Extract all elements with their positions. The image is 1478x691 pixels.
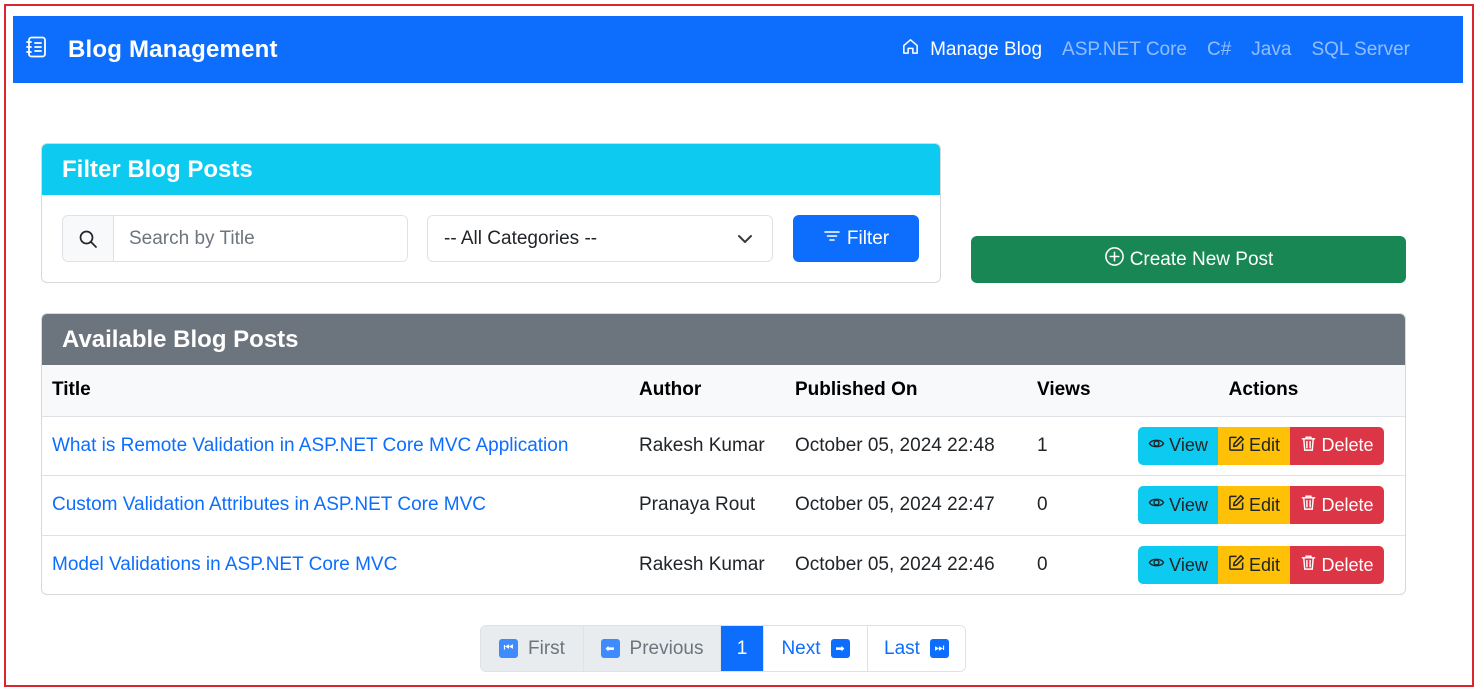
chevron-down-icon xyxy=(736,230,754,248)
delete-button-label: Delete xyxy=(1321,494,1374,515)
search-input[interactable] xyxy=(114,216,407,261)
arrow-right-icon: ➡ xyxy=(830,639,850,658)
delete-button-label: Delete xyxy=(1321,554,1374,575)
edit-button-label: Edit xyxy=(1248,494,1281,515)
filter-card-title: Filter Blog Posts xyxy=(42,144,940,195)
post-views: 1 xyxy=(1037,416,1122,476)
delete-button-label: Delete xyxy=(1321,435,1374,456)
table-header-row: Title Author Published On Views Actions xyxy=(42,365,1405,417)
view-button-label: View xyxy=(1169,494,1208,515)
nav-link-java[interactable]: Java xyxy=(1251,39,1291,61)
table-row: Model Validations in ASP.NET Core MVC Ra… xyxy=(42,535,1405,594)
page-last-label: Last xyxy=(884,637,920,659)
view-button-label: View xyxy=(1169,554,1208,575)
skip-start-icon: ⏮ xyxy=(499,639,519,658)
post-title-link[interactable]: What is Remote Validation in ASP.NET Cor… xyxy=(52,435,568,456)
edit-button[interactable]: Edit xyxy=(1218,546,1290,584)
post-views: 0 xyxy=(1037,554,1048,575)
create-new-post-button[interactable]: Create New Post xyxy=(971,236,1406,283)
filter-button[interactable]: Filter xyxy=(793,215,919,262)
nav-link-manage-blog[interactable]: Manage Blog xyxy=(901,37,1042,62)
nav-link-aspnet-core[interactable]: ASP.NET Core xyxy=(1062,39,1187,61)
column-header-published-on: Published On xyxy=(795,365,1037,417)
page-first-label: First xyxy=(528,637,565,659)
view-button[interactable]: View xyxy=(1138,546,1218,584)
table-row: Custom Validation Attributes in ASP.NET … xyxy=(42,475,1405,536)
eye-icon xyxy=(1148,554,1169,576)
nav-links: Manage Blog ASP.NET Core C# Java SQL Ser… xyxy=(881,16,1410,83)
table-row: What is Remote Validation in ASP.NET Cor… xyxy=(42,416,1405,476)
post-published-on: October 05, 2024 22:48 xyxy=(795,416,1037,476)
pencil-square-icon xyxy=(1228,554,1249,576)
edit-button-label: Edit xyxy=(1248,554,1281,575)
column-header-title: Title xyxy=(42,365,639,417)
skip-end-icon: ⏭ xyxy=(929,639,949,658)
delete-button[interactable]: Delete xyxy=(1290,546,1384,584)
page-number-current[interactable]: 1 xyxy=(720,626,763,671)
row-actions: View Edit Delete xyxy=(1122,486,1405,525)
category-select[interactable]: -- All Categories -- xyxy=(427,215,773,262)
page-next[interactable]: Next ➡ xyxy=(763,626,867,671)
post-title-link[interactable]: Custom Validation Attributes in ASP.NET … xyxy=(52,494,486,515)
delete-button[interactable]: Delete xyxy=(1290,486,1384,525)
post-title-link[interactable]: Model Validations in ASP.NET Core MVC xyxy=(52,554,397,575)
page-previous-label: Previous xyxy=(629,637,704,659)
category-select-value: -- All Categories -- xyxy=(444,227,598,249)
nav-link-csharp[interactable]: C# xyxy=(1207,39,1231,61)
page-first[interactable]: ⏮ First xyxy=(481,626,583,671)
trash-icon xyxy=(1300,554,1321,576)
search-icon xyxy=(63,216,114,261)
pagination: ⏮ First ⬅ Previous 1 Next ➡ Last ⏭ xyxy=(480,625,966,672)
navbar: Blog Management Manage Blog ASP.NET Core… xyxy=(13,16,1463,83)
pencil-square-icon xyxy=(1228,435,1249,457)
trash-icon xyxy=(1300,435,1321,457)
create-new-post-label: Create New Post xyxy=(1129,248,1274,270)
plus-circle-icon xyxy=(1104,246,1130,273)
arrow-left-icon: ⬅ xyxy=(600,639,620,658)
filter-button-label: Filter xyxy=(846,227,890,249)
post-author: Rakesh Kumar xyxy=(639,554,765,575)
column-header-views: Views xyxy=(1037,365,1122,417)
eye-icon xyxy=(1148,494,1169,516)
eye-icon xyxy=(1148,435,1169,457)
edit-button-label: Edit xyxy=(1248,435,1281,456)
filter-card: Filter Blog Posts -- All Categories -- F… xyxy=(41,143,941,283)
post-author: Pranaya Rout xyxy=(639,475,795,536)
posts-card-title: Available Blog Posts xyxy=(42,314,1405,365)
brand-title: Blog Management xyxy=(68,35,278,63)
trash-icon xyxy=(1300,494,1321,516)
brand[interactable]: Blog Management xyxy=(25,35,278,64)
pencil-square-icon xyxy=(1228,494,1249,516)
row-actions: View Edit Delete xyxy=(1122,546,1405,584)
posts-card: Available Blog Posts Title Author Publis… xyxy=(41,313,1406,595)
nav-link-sql-server[interactable]: SQL Server xyxy=(1311,39,1410,61)
delete-button[interactable]: Delete xyxy=(1290,426,1384,465)
post-views: 0 xyxy=(1037,475,1122,536)
view-button-label: View xyxy=(1169,435,1208,456)
post-author: Rakesh Kumar xyxy=(639,416,795,476)
row-actions: View Edit Delete xyxy=(1122,426,1405,465)
edit-button[interactable]: Edit xyxy=(1218,486,1290,525)
post-published-on: October 05, 2024 22:46 xyxy=(795,554,995,575)
nav-link-label: Manage Blog xyxy=(930,38,1043,60)
search-group xyxy=(62,215,408,262)
filter-icon xyxy=(823,227,847,251)
view-button[interactable]: View xyxy=(1138,426,1218,465)
journal-icon xyxy=(25,35,49,64)
page-previous[interactable]: ⬅ Previous xyxy=(583,626,720,671)
house-icon xyxy=(901,37,930,62)
post-published-on: October 05, 2024 22:47 xyxy=(795,475,1037,536)
page-next-label: Next xyxy=(781,637,821,659)
view-button[interactable]: View xyxy=(1138,486,1218,525)
edit-button[interactable]: Edit xyxy=(1218,426,1290,465)
posts-table: Title Author Published On Views Actions … xyxy=(42,365,1405,594)
page-last[interactable]: Last ⏭ xyxy=(867,626,965,671)
column-header-actions: Actions xyxy=(1122,365,1405,417)
column-header-author: Author xyxy=(639,365,795,417)
